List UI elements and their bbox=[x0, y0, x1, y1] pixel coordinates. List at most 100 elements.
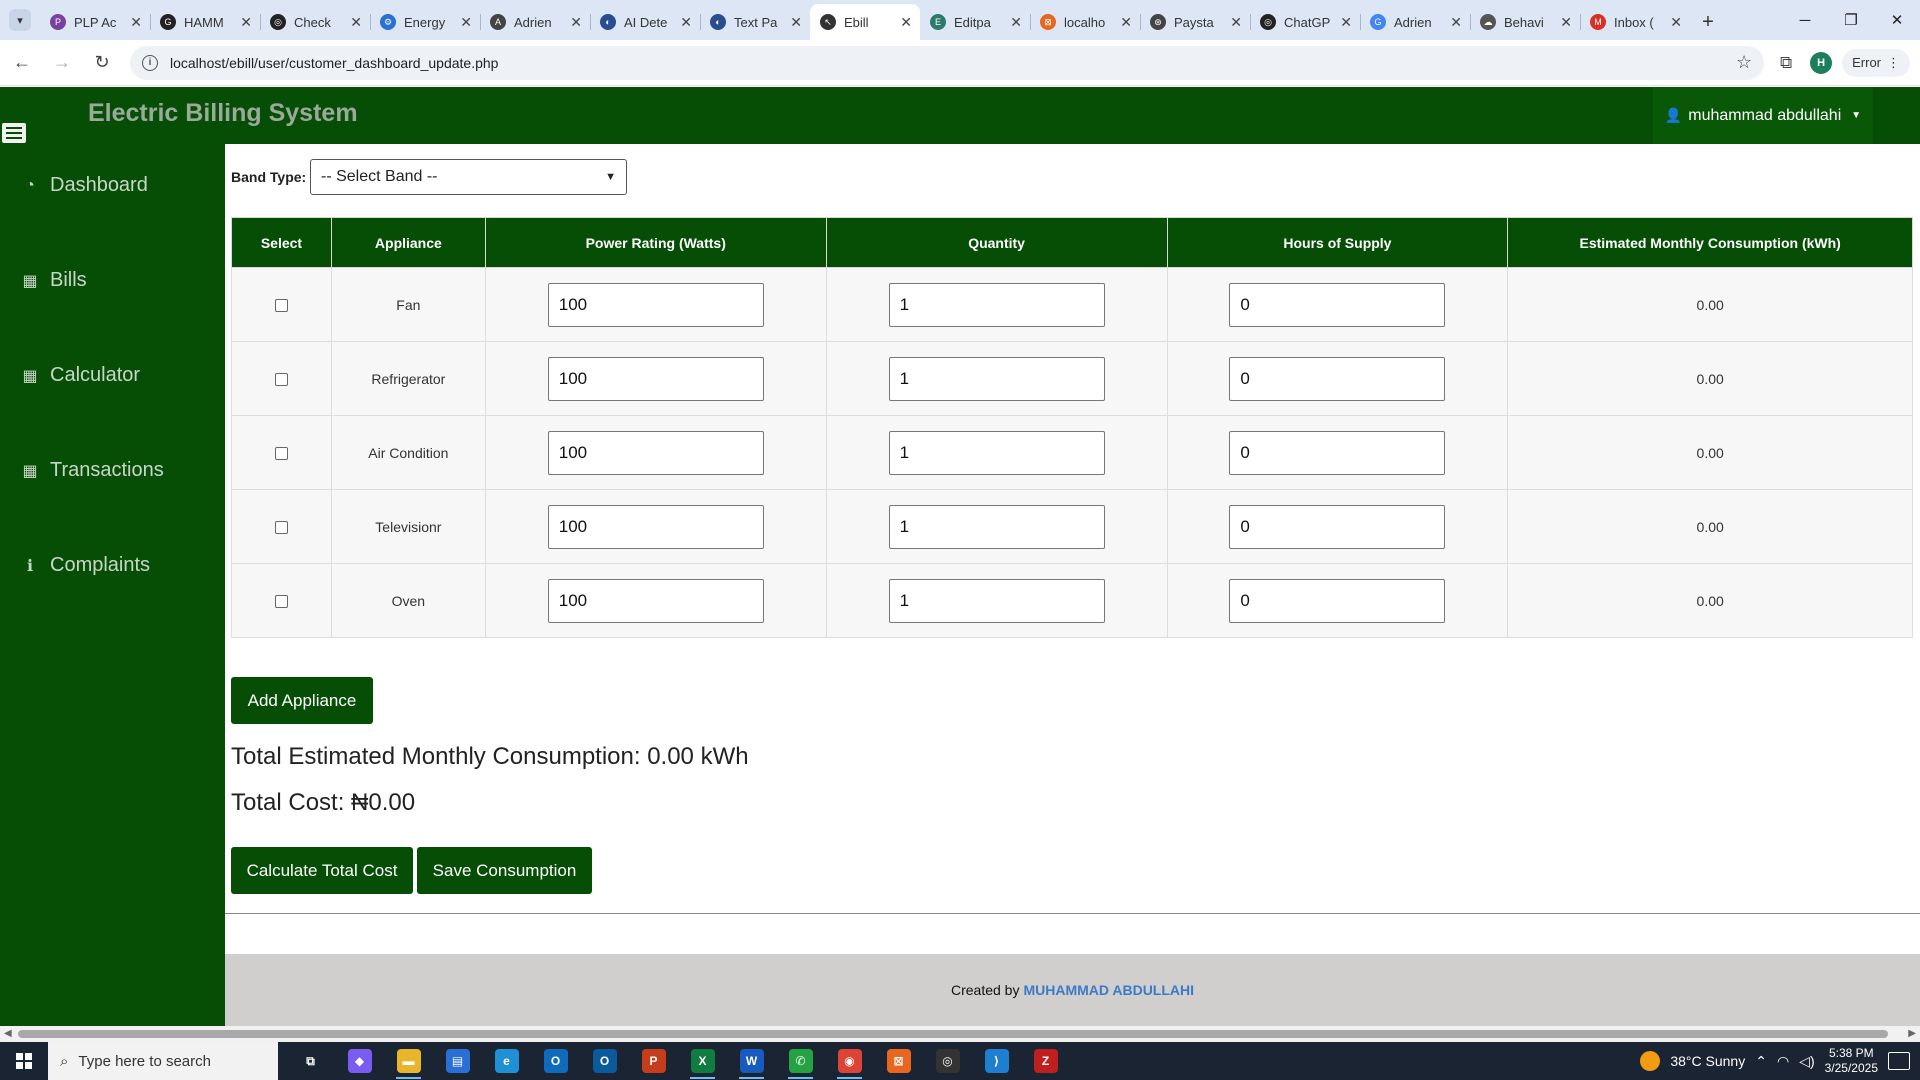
power-rating-input[interactable]: 100 bbox=[547, 430, 764, 475]
browser-tab[interactable]: ⊛ Paysta ✕ bbox=[1140, 4, 1250, 40]
tab-search-button[interactable]: ▾ bbox=[0, 0, 40, 40]
close-window-button[interactable]: ✕ bbox=[1874, 0, 1920, 40]
taskbar-app[interactable]: ◉ bbox=[825, 1042, 874, 1080]
sidebar-toggle-icon[interactable] bbox=[2, 123, 26, 143]
hours-of-supply-input[interactable]: 0 bbox=[1229, 356, 1446, 401]
hours-of-supply-input[interactable]: 0 bbox=[1229, 282, 1446, 327]
sidebar-item-dashboard[interactable]: ◔ Dashboard bbox=[20, 174, 148, 197]
taskbar-app[interactable]: ⧉ bbox=[286, 1042, 335, 1080]
browser-tab[interactable]: M Inbox (✕ bbox=[1580, 4, 1690, 40]
tab-close-icon[interactable]: ✕ bbox=[1010, 14, 1022, 31]
power-rating-input[interactable]: 100 bbox=[547, 578, 764, 623]
select-checkbox[interactable] bbox=[274, 521, 288, 535]
browser-tab[interactable]: ↖ Ebill ✕ bbox=[810, 4, 920, 40]
sidebar-item-bills[interactable]: ▦ Bills bbox=[20, 269, 86, 292]
tab-close-icon[interactable]: ✕ bbox=[790, 14, 802, 31]
scroll-right-icon[interactable]: ▶ bbox=[1908, 1028, 1916, 1039]
extensions-icon[interactable]: ⧉ bbox=[1772, 49, 1800, 77]
taskbar-app[interactable]: ◎ bbox=[923, 1042, 972, 1080]
browser-tab[interactable]: G Adrien ✕ bbox=[1360, 4, 1470, 40]
weather-text[interactable]: 38°C Sunny bbox=[1670, 1053, 1745, 1069]
taskbar-app[interactable]: ⟩ bbox=[972, 1042, 1021, 1080]
taskbar-app[interactable]: W bbox=[727, 1042, 776, 1080]
tab-close-icon[interactable]: ✕ bbox=[1450, 14, 1462, 31]
browser-tab[interactable]: ⊠ localho ✕ bbox=[1030, 4, 1140, 40]
weather-icon[interactable] bbox=[1640, 1051, 1661, 1071]
browser-tab[interactable]: P PLP Ac ✕ bbox=[40, 4, 150, 40]
tab-close-icon[interactable]: ✕ bbox=[570, 14, 582, 31]
new-tab-button[interactable]: + bbox=[1690, 4, 1726, 40]
restore-button[interactable]: ❐ bbox=[1828, 0, 1874, 40]
quantity-input[interactable]: 1 bbox=[888, 430, 1105, 475]
select-checkbox[interactable] bbox=[274, 447, 288, 461]
tab-close-icon[interactable]: ✕ bbox=[1670, 14, 1682, 31]
profile-avatar[interactable]: H bbox=[1810, 51, 1833, 74]
tab-close-icon[interactable]: ✕ bbox=[680, 14, 692, 31]
tab-close-icon[interactable]: ✕ bbox=[900, 14, 912, 31]
minimize-button[interactable]: ─ bbox=[1782, 0, 1828, 40]
sidebar-item-transactions[interactable]: ▦ Transactions bbox=[20, 459, 163, 482]
browser-tab[interactable]: ◐ AI Dete ✕ bbox=[590, 4, 700, 40]
scroll-left-icon[interactable]: ◀ bbox=[4, 1028, 12, 1039]
quantity-input[interactable]: 1 bbox=[888, 578, 1105, 623]
select-checkbox[interactable] bbox=[274, 595, 288, 609]
browser-error-button[interactable]: Error ⋮ bbox=[1842, 48, 1910, 77]
tab-close-icon[interactable]: ✕ bbox=[1560, 14, 1572, 31]
taskbar-app[interactable]: ◆ bbox=[335, 1042, 384, 1080]
browser-tab[interactable]: ⚙ Energy ✕ bbox=[370, 4, 480, 40]
taskbar-app[interactable]: ▬ bbox=[384, 1042, 433, 1080]
quantity-input[interactable]: 1 bbox=[888, 282, 1105, 327]
tab-close-icon[interactable]: ✕ bbox=[1120, 14, 1132, 31]
hours-of-supply-input[interactable]: 0 bbox=[1229, 430, 1446, 475]
taskbar-app[interactable]: ✆ bbox=[776, 1042, 825, 1080]
browser-tab[interactable]: A Adrien ✕ bbox=[480, 4, 590, 40]
user-menu[interactable]: 👤 muhammad abdullahi ▼ bbox=[1653, 87, 1873, 144]
tab-close-icon[interactable]: ✕ bbox=[240, 14, 252, 31]
power-rating-input[interactable]: 100 bbox=[547, 282, 764, 327]
network-icon[interactable]: ◠ bbox=[1777, 1053, 1789, 1070]
power-rating-input[interactable]: 100 bbox=[547, 504, 764, 549]
back-button[interactable]: ← bbox=[4, 45, 40, 81]
calculate-total-cost-button[interactable]: Calculate Total Cost bbox=[231, 847, 413, 894]
footer-author-link[interactable]: MUHAMMAD ABDULLAHI bbox=[1023, 982, 1194, 998]
taskbar-app[interactable]: P bbox=[629, 1042, 678, 1080]
quantity-input[interactable]: 1 bbox=[888, 504, 1105, 549]
sidebar-item-complaints[interactable]: ℹ Complaints bbox=[20, 554, 150, 577]
hours-of-supply-input[interactable]: 0 bbox=[1229, 578, 1446, 623]
taskbar-search-box[interactable]: ⌕ Type here to search bbox=[48, 1042, 278, 1080]
quantity-input[interactable]: 1 bbox=[888, 356, 1105, 401]
horizontal-scrollbar[interactable]: ◀ ▶ bbox=[0, 1026, 1920, 1042]
tab-close-icon[interactable]: ✕ bbox=[1230, 14, 1242, 31]
taskbar-app[interactable]: Z bbox=[1021, 1042, 1070, 1080]
app-title[interactable]: Electric Billing System bbox=[88, 99, 358, 128]
taskbar-app[interactable]: ⊠ bbox=[874, 1042, 923, 1080]
save-consumption-button[interactable]: Save Consumption bbox=[417, 847, 592, 894]
taskbar-app[interactable]: ▤ bbox=[433, 1042, 482, 1080]
add-appliance-button[interactable]: Add Appliance bbox=[231, 677, 373, 724]
taskbar-app[interactable]: X bbox=[678, 1042, 727, 1080]
bookmark-star-icon[interactable]: ☆ bbox=[1736, 52, 1752, 73]
select-checkbox[interactable] bbox=[274, 299, 288, 313]
url-text[interactable]: localhost/ebill/user/customer_dashboard_… bbox=[170, 55, 1736, 71]
tab-close-icon[interactable]: ✕ bbox=[460, 14, 472, 31]
select-checkbox[interactable] bbox=[274, 373, 288, 387]
taskbar-app[interactable]: e bbox=[482, 1042, 531, 1080]
tab-close-icon[interactable]: ✕ bbox=[1340, 14, 1352, 31]
reload-button[interactable]: ↻ bbox=[84, 45, 120, 81]
browser-tab[interactable]: ◐ Text Pa ✕ bbox=[700, 4, 810, 40]
browser-tab[interactable]: ◎ Check ✕ bbox=[260, 4, 370, 40]
taskbar-app[interactable]: O bbox=[580, 1042, 629, 1080]
sidebar-item-calculator[interactable]: ▦ Calculator bbox=[20, 364, 140, 387]
address-bar[interactable]: i localhost/ebill/user/customer_dashboar… bbox=[130, 45, 1765, 80]
browser-tab[interactable]: ☁ Behavi ✕ bbox=[1470, 4, 1580, 40]
volume-icon[interactable]: ◁) bbox=[1799, 1053, 1814, 1070]
taskbar-app[interactable]: O bbox=[531, 1042, 580, 1080]
site-info-icon[interactable]: i bbox=[142, 54, 158, 71]
tray-chevron-up-icon[interactable]: ⌃ bbox=[1755, 1053, 1767, 1070]
tab-close-icon[interactable]: ✕ bbox=[350, 14, 362, 31]
band-type-select[interactable]: -- Select Band -- ▼ bbox=[310, 159, 627, 195]
browser-tab[interactable]: E Editpa ✕ bbox=[920, 4, 1030, 40]
hours-of-supply-input[interactable]: 0 bbox=[1229, 504, 1446, 549]
taskbar-clock[interactable]: 5:38 PM 3/25/2025 bbox=[1825, 1046, 1878, 1076]
notification-center-icon[interactable] bbox=[1888, 1052, 1910, 1070]
